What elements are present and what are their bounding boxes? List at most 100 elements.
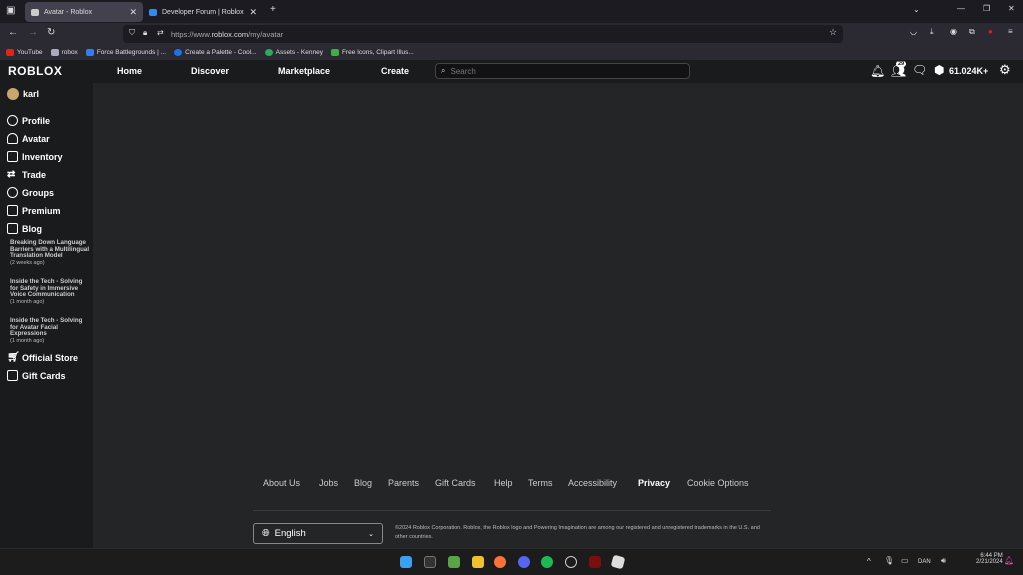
footer-link-parents[interactable]: Parents	[388, 478, 419, 488]
close-tab-icon[interactable]: ✕	[249, 7, 257, 18]
search-icon: ⌕	[441, 66, 446, 75]
terminal-icon[interactable]	[424, 556, 436, 568]
tab-title: Avatar - Roblox	[44, 8, 93, 16]
language-indicator[interactable]: DAN	[918, 559, 931, 565]
app-icon[interactable]	[589, 556, 601, 568]
file-explorer-icon[interactable]	[472, 556, 484, 568]
search-placeholder: Search	[450, 66, 476, 76]
sidebar-item-inventory[interactable]: Inventory	[7, 151, 63, 162]
devforum-favicon-icon	[149, 8, 157, 16]
tab-overview-icon[interactable]: ▣	[6, 5, 15, 16]
microphone-icon[interactable]: 🎙︎	[884, 556, 894, 565]
nav-home[interactable]: Home	[117, 66, 142, 76]
discord-icon[interactable]	[518, 556, 530, 568]
sidebar-item-label: Official Store	[22, 352, 79, 363]
bookmark-star-icon[interactable]: ☆	[829, 27, 837, 38]
network-volume-icon[interactable]: 🔊︎	[941, 556, 946, 566]
address-bar[interactable]: ⛉ 🔒︎ ⇄ https://www. roblox.com/my/avatar …	[123, 25, 843, 43]
sidebar-item-gift-cards[interactable]: Gift Cards	[7, 370, 66, 381]
downloads-icon[interactable]: ⤓	[930, 27, 934, 37]
chevron-up-icon[interactable]: ^	[867, 557, 871, 566]
sidebar-item-profile[interactable]: Profile	[7, 115, 50, 126]
sidebar-item-avatar[interactable]: Avatar	[7, 133, 50, 144]
robux-balance[interactable]: 61.024K+	[949, 66, 988, 76]
clock[interactable]: 6:44 PM 2/21/2024	[976, 553, 1003, 565]
close-window-icon[interactable]: ✕	[1008, 4, 1015, 13]
bookmark[interactable]: Assets - Kenney	[264, 48, 323, 56]
nav-discover[interactable]: Discover	[191, 66, 229, 76]
bookmark[interactable]: Create a Palette - Cool...	[174, 48, 257, 56]
close-tab-icon[interactable]: ✕	[129, 7, 137, 18]
footer-link-help[interactable]: Help	[494, 478, 513, 488]
sidebar-item-label: Groups	[22, 187, 55, 198]
sidebar-item-premium[interactable]: Premium	[7, 205, 61, 216]
extension-badge-icon[interactable]: ●	[988, 27, 993, 36]
app-icon[interactable]	[565, 556, 577, 568]
roblox-logo[interactable]: ROBLOX	[8, 64, 62, 78]
messages-icon[interactable]: 🗨︎	[912, 63, 927, 77]
robux-icon[interactable]: ⬢	[934, 63, 944, 77]
restore-icon[interactable]: ❐	[983, 4, 990, 13]
bookmark[interactable]: YouTube	[6, 48, 43, 56]
tab-title: Developer Forum | Roblox	[162, 8, 244, 16]
permissions-icon[interactable]: ⇄	[157, 28, 164, 37]
spotify-icon[interactable]	[541, 556, 553, 568]
footer-link-privacy[interactable]: Privacy	[638, 478, 670, 488]
start-icon[interactable]	[400, 556, 412, 568]
extensions-icon[interactable]: ⧉	[969, 27, 975, 37]
footer-link-cookie-options[interactable]: Cookie Options	[687, 478, 749, 488]
blog-post-title: Breaking Down Language Barriers with a M…	[10, 239, 90, 259]
sidebar-item-label: Gift Cards	[22, 370, 66, 381]
sidebar-item-blog[interactable]: Blog	[7, 223, 42, 234]
lock-icon[interactable]: 🔒︎	[143, 28, 147, 38]
bookmark[interactable]: Free Icons, Clipart Illus...	[330, 48, 414, 56]
language-select[interactable]: 🌐︎ English ⌄	[253, 523, 383, 544]
firefox-icon[interactable]	[494, 556, 506, 568]
footer-link-about-us[interactable]: About Us	[263, 478, 300, 488]
blog-post-link[interactable]: Inside the Tech - Solving for Avatar Fac…	[10, 317, 90, 344]
sidebar-user[interactable]: karl	[7, 88, 39, 100]
search-input[interactable]: ⌕ Search	[435, 63, 690, 79]
account-icon[interactable]: ◉	[950, 27, 957, 36]
nav-marketplace[interactable]: Marketplace	[278, 66, 330, 76]
bookmark-label: robox	[61, 48, 78, 56]
footer-link-blog[interactable]: Blog	[354, 478, 372, 488]
sidebar-item-groups[interactable]: Groups	[7, 187, 54, 198]
username: karl	[23, 89, 40, 99]
globe-icon: 🌐︎	[262, 528, 270, 539]
bookmarks-bar: YouTube robox Force Battlegrounds | ... …	[0, 44, 1023, 60]
footer-link-terms[interactable]: Terms	[528, 478, 553, 488]
blog-post-title: Inside the Tech - Solving for Avatar Fac…	[10, 317, 83, 337]
trade-icon: ⇄	[7, 169, 16, 180]
new-tab-icon[interactable]: +	[270, 4, 276, 15]
settings-gear-icon[interactable]: ⚙	[999, 62, 1011, 78]
bookmark[interactable]: robox	[50, 48, 78, 56]
tab-developer-forum[interactable]: Developer Forum | Roblox ✕	[143, 2, 263, 22]
shield-icon[interactable]: ⛉	[129, 28, 135, 38]
footer-link-accessibility[interactable]: Accessibility	[568, 478, 617, 488]
blog-post-link[interactable]: Breaking Down Language Barriers with a M…	[10, 239, 90, 266]
back-icon[interactable]: ←	[8, 27, 18, 38]
bookmark-label: Free Icons, Clipart Illus...	[341, 48, 414, 56]
notification-icon[interactable]: 🔔︎	[1004, 556, 1014, 565]
flaticon-icon	[330, 48, 339, 56]
bookmark[interactable]: Force Battlegrounds | ...	[85, 48, 166, 56]
sidebar-item-official-store[interactable]: 🛒︎ Official Store	[7, 352, 78, 363]
app-icon[interactable]	[448, 556, 460, 568]
menu-icon[interactable]: ≡	[1008, 27, 1013, 36]
footer-link-gift-cards[interactable]: Gift Cards	[435, 478, 476, 488]
blog-post-link[interactable]: Inside the Tech - Solving for Safety in …	[10, 278, 90, 305]
tab-avatar[interactable]: Avatar - Roblox ✕	[25, 2, 143, 22]
nav-create[interactable]: Create	[381, 66, 409, 76]
minimize-icon[interactable]: —	[957, 4, 965, 13]
profile-icon	[7, 115, 18, 126]
reload-icon[interactable]: ↻	[47, 27, 55, 38]
bookmark-label: Assets - Kenney	[275, 48, 323, 56]
sidebar-item-trade[interactable]: ⇄ Trade	[7, 169, 46, 180]
pocket-icon[interactable]: ◡	[910, 27, 917, 36]
notifications-bell-icon[interactable]: 🔔︎	[870, 64, 885, 78]
forward-icon[interactable]: →	[28, 27, 38, 38]
tab-list-icon[interactable]: ⌄	[913, 5, 920, 14]
footer-link-jobs[interactable]: Jobs	[319, 478, 338, 488]
device-icon[interactable]: ▭	[901, 556, 909, 565]
